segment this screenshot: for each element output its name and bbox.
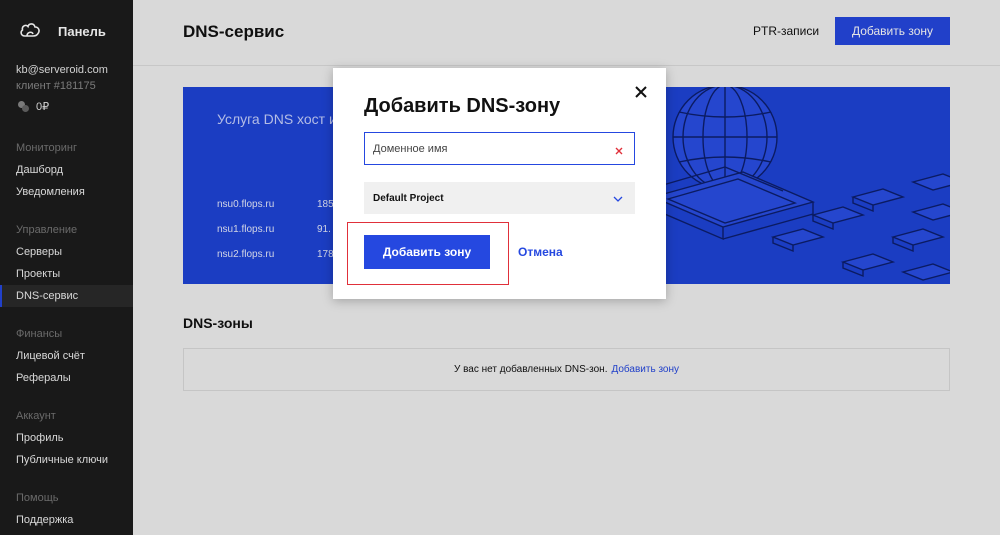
project-select-value: Default Project (373, 192, 444, 204)
cancel-button[interactable]: Отмена (518, 245, 563, 259)
clear-icon[interactable] (614, 143, 624, 155)
project-select[interactable]: Default Project (364, 182, 635, 214)
domain-field (364, 132, 635, 165)
submit-add-zone-button[interactable]: Добавить зону (364, 235, 490, 269)
domain-name-input[interactable] (365, 133, 605, 164)
add-dns-zone-dialog: Добавить DNS-зону Default Project Добави… (333, 68, 666, 299)
dialog-title: Добавить DNS-зону (364, 95, 561, 117)
chevron-down-icon (613, 189, 623, 207)
close-icon[interactable] (633, 84, 649, 100)
